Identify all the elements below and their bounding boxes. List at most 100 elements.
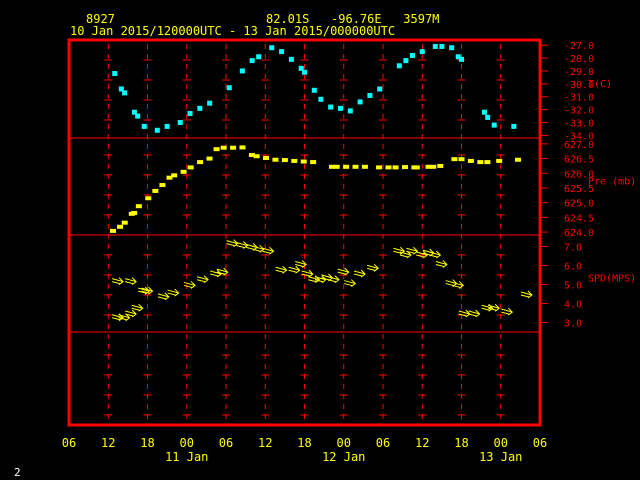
y-tick-label: 624.0 [564, 228, 594, 239]
x-day-label: 11 Jan [165, 450, 208, 464]
temperature-point [439, 43, 445, 49]
y-tick-label: 626.5 [564, 155, 594, 166]
pressure-point [467, 158, 474, 163]
pressure-point [430, 164, 437, 169]
pressure-point [477, 160, 484, 165]
y-tick-label: 624.5 [564, 213, 594, 224]
wind-arrow [344, 279, 357, 287]
pressure-point [145, 196, 152, 201]
pressure-point [253, 154, 260, 159]
pressure-point [376, 165, 383, 170]
temperature-point [288, 56, 294, 62]
wind-arrow [111, 277, 124, 286]
wind-arrow [210, 269, 222, 278]
x-tick-label: 00 [180, 436, 194, 450]
wind-arrow [406, 246, 419, 255]
wind-arrow [468, 309, 481, 318]
wind-arrow [131, 303, 144, 312]
temperature-point [485, 114, 491, 120]
pressure-point [413, 165, 420, 170]
pressure-point [159, 183, 166, 188]
pressure-point [213, 147, 220, 152]
x-tick-label: 12 [415, 436, 429, 450]
y-tick-label: -33.0 [564, 119, 594, 130]
temperature-point [396, 63, 402, 69]
pressure-point [458, 157, 465, 162]
temperature-point [432, 43, 438, 49]
pressure-point [451, 157, 458, 162]
meteogram-chart: 06 12 18 00 06 12 18 00 06 12 18 00 06 11 Jan 12 Jan 13… [62, 38, 636, 464]
temperature-point [328, 104, 334, 110]
x-tick-label: 18 [454, 436, 468, 450]
y-tick-label: 6.0 [564, 261, 582, 272]
pressure-point [291, 158, 298, 163]
pressure-point [272, 157, 279, 162]
pressure-point [109, 228, 116, 233]
y-tick-label: 3.0 [564, 318, 582, 329]
pressure-point [385, 165, 392, 170]
pressure-point [206, 156, 213, 161]
y-tick-label: -27.0 [564, 41, 594, 52]
pressure-point [343, 164, 350, 169]
y-tick-label: 4.0 [564, 299, 582, 310]
pressure-point [263, 155, 270, 160]
wind-arrow [353, 269, 366, 278]
temperature-point [154, 127, 160, 133]
wind-arrow [111, 313, 124, 322]
temperature-point [511, 123, 517, 129]
x-tick-label: 18 [297, 436, 311, 450]
pressure-point [180, 169, 187, 174]
pressure-point [121, 220, 128, 225]
temperature-point [226, 85, 232, 91]
temperature-point [249, 58, 255, 64]
temperature-point [403, 58, 409, 64]
temperature-point [141, 123, 147, 129]
temperature-point [256, 54, 262, 60]
panel-label: Pre (mb) [588, 177, 636, 188]
wind-arrow [288, 265, 301, 274]
x-tick-label: 00 [337, 436, 351, 450]
y-tick-label: 627.0 [564, 140, 594, 151]
pressure-point [333, 164, 340, 169]
pressure-point [392, 165, 399, 170]
pressure-point [300, 159, 307, 164]
temperature-point [112, 71, 118, 77]
wind-arrow [125, 309, 137, 318]
wind-arrow [275, 265, 288, 274]
pressure-point [310, 160, 317, 165]
wind-arrow [435, 260, 448, 268]
temperature-point [279, 49, 285, 55]
pressure-point [401, 165, 408, 170]
x-tick-label: 06 [219, 436, 233, 450]
y-tick-label: 7.0 [564, 242, 582, 253]
pressure-point [496, 158, 503, 163]
pressure-point [230, 145, 237, 150]
temperature-point [197, 105, 203, 111]
pressure-point [220, 145, 227, 150]
x-tick-label: 00 [494, 436, 508, 450]
wind-arrow [301, 269, 314, 278]
pressure-point [171, 173, 178, 178]
pressure-point [239, 145, 246, 150]
wind-arrow [367, 263, 379, 272]
pressure-point [484, 160, 491, 165]
wind-arrow [429, 250, 442, 259]
temperature-point [177, 120, 183, 126]
x-day-label: 13 Jan [479, 450, 522, 464]
wind-arrow [481, 303, 494, 312]
pressure-point [152, 188, 159, 193]
wind-arrow [183, 281, 196, 289]
wind-arrow [458, 309, 471, 318]
wind-arrow [327, 275, 340, 284]
pressure-point [437, 163, 444, 168]
wind-arrow [501, 307, 514, 316]
x-tick-label: 12 [101, 436, 115, 450]
y-tick-label: -31.0 [564, 93, 594, 104]
wind-arrow [196, 275, 209, 284]
x-day-label: 12 Jan [322, 450, 365, 464]
wind-arrow [157, 292, 170, 301]
wind-arrow [520, 290, 533, 299]
temperature-point [481, 109, 487, 115]
y-tick-label: 5.0 [564, 280, 582, 291]
wind-arrow [226, 239, 239, 248]
